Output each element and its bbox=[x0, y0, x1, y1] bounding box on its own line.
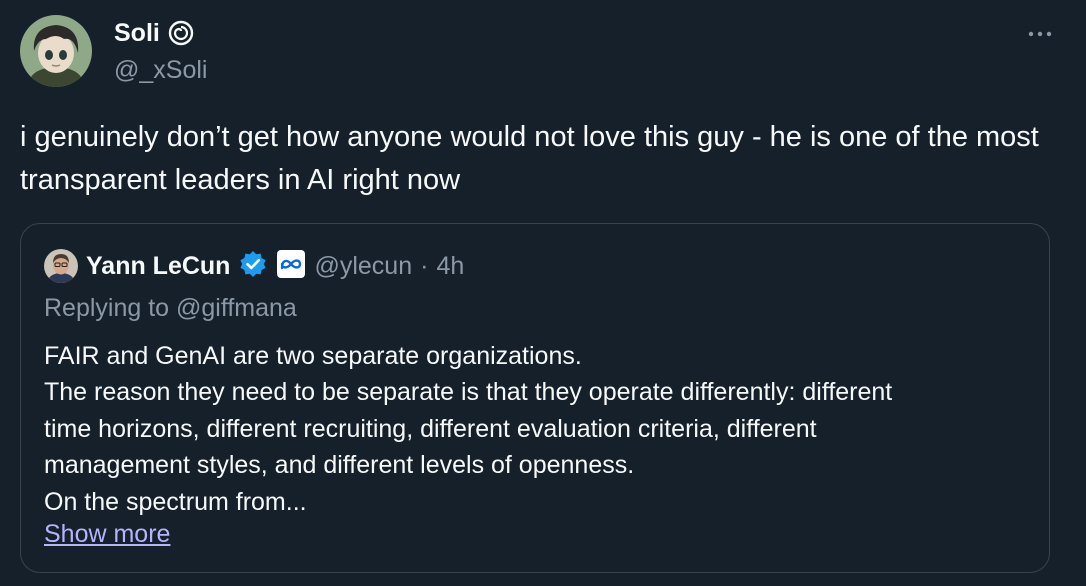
tweet-text: i genuinely don’t get how anyone would n… bbox=[20, 121, 1039, 196]
tweet: Soli @_xSoli i genuinely don’t get how a… bbox=[0, 0, 1086, 586]
quoted-author-handle[interactable]: @ylecun bbox=[314, 252, 412, 281]
quoted-text-line: time horizons, different recruiting, dif… bbox=[44, 414, 817, 443]
meta-logo-icon[interactable] bbox=[276, 249, 306, 284]
quoted-author-avatar[interactable] bbox=[44, 249, 78, 283]
replying-to: Replying to @giffmana bbox=[44, 294, 297, 322]
author-name[interactable]: Soli bbox=[114, 16, 194, 50]
quoted-tweet-header: Yann LeCun @ylecun · 4h bbox=[44, 246, 464, 286]
quoted-tweet-text: FAIR and GenAI are two separate organiza… bbox=[44, 338, 1034, 520]
quoted-text-line: FAIR and GenAI are two separate organiza… bbox=[44, 342, 582, 370]
author-avatar[interactable] bbox=[20, 15, 92, 87]
quoted-text-line: management styles, and different levels … bbox=[44, 451, 635, 480]
more-horizontal-icon[interactable] bbox=[1022, 22, 1058, 46]
quoted-tweet-time[interactable]: 4h bbox=[436, 252, 464, 281]
quoted-tweet[interactable]: Yann LeCun @ylecun · 4h Replying to @gif… bbox=[20, 223, 1050, 573]
quoted-author-name[interactable]: Yann LeCun bbox=[86, 252, 230, 281]
quoted-text-line: The reason they need to be separate is t… bbox=[44, 378, 893, 407]
show-more-link[interactable]: Show more bbox=[44, 516, 170, 552]
spiral-icon bbox=[168, 20, 194, 46]
quoted-text-line: On the spectrum from... bbox=[44, 487, 307, 516]
author-handle[interactable]: @_xSoli bbox=[114, 54, 207, 86]
verified-badge-icon bbox=[238, 249, 268, 284]
separator-dot: · bbox=[420, 251, 429, 280]
author-name-text[interactable]: Soli bbox=[114, 19, 160, 48]
